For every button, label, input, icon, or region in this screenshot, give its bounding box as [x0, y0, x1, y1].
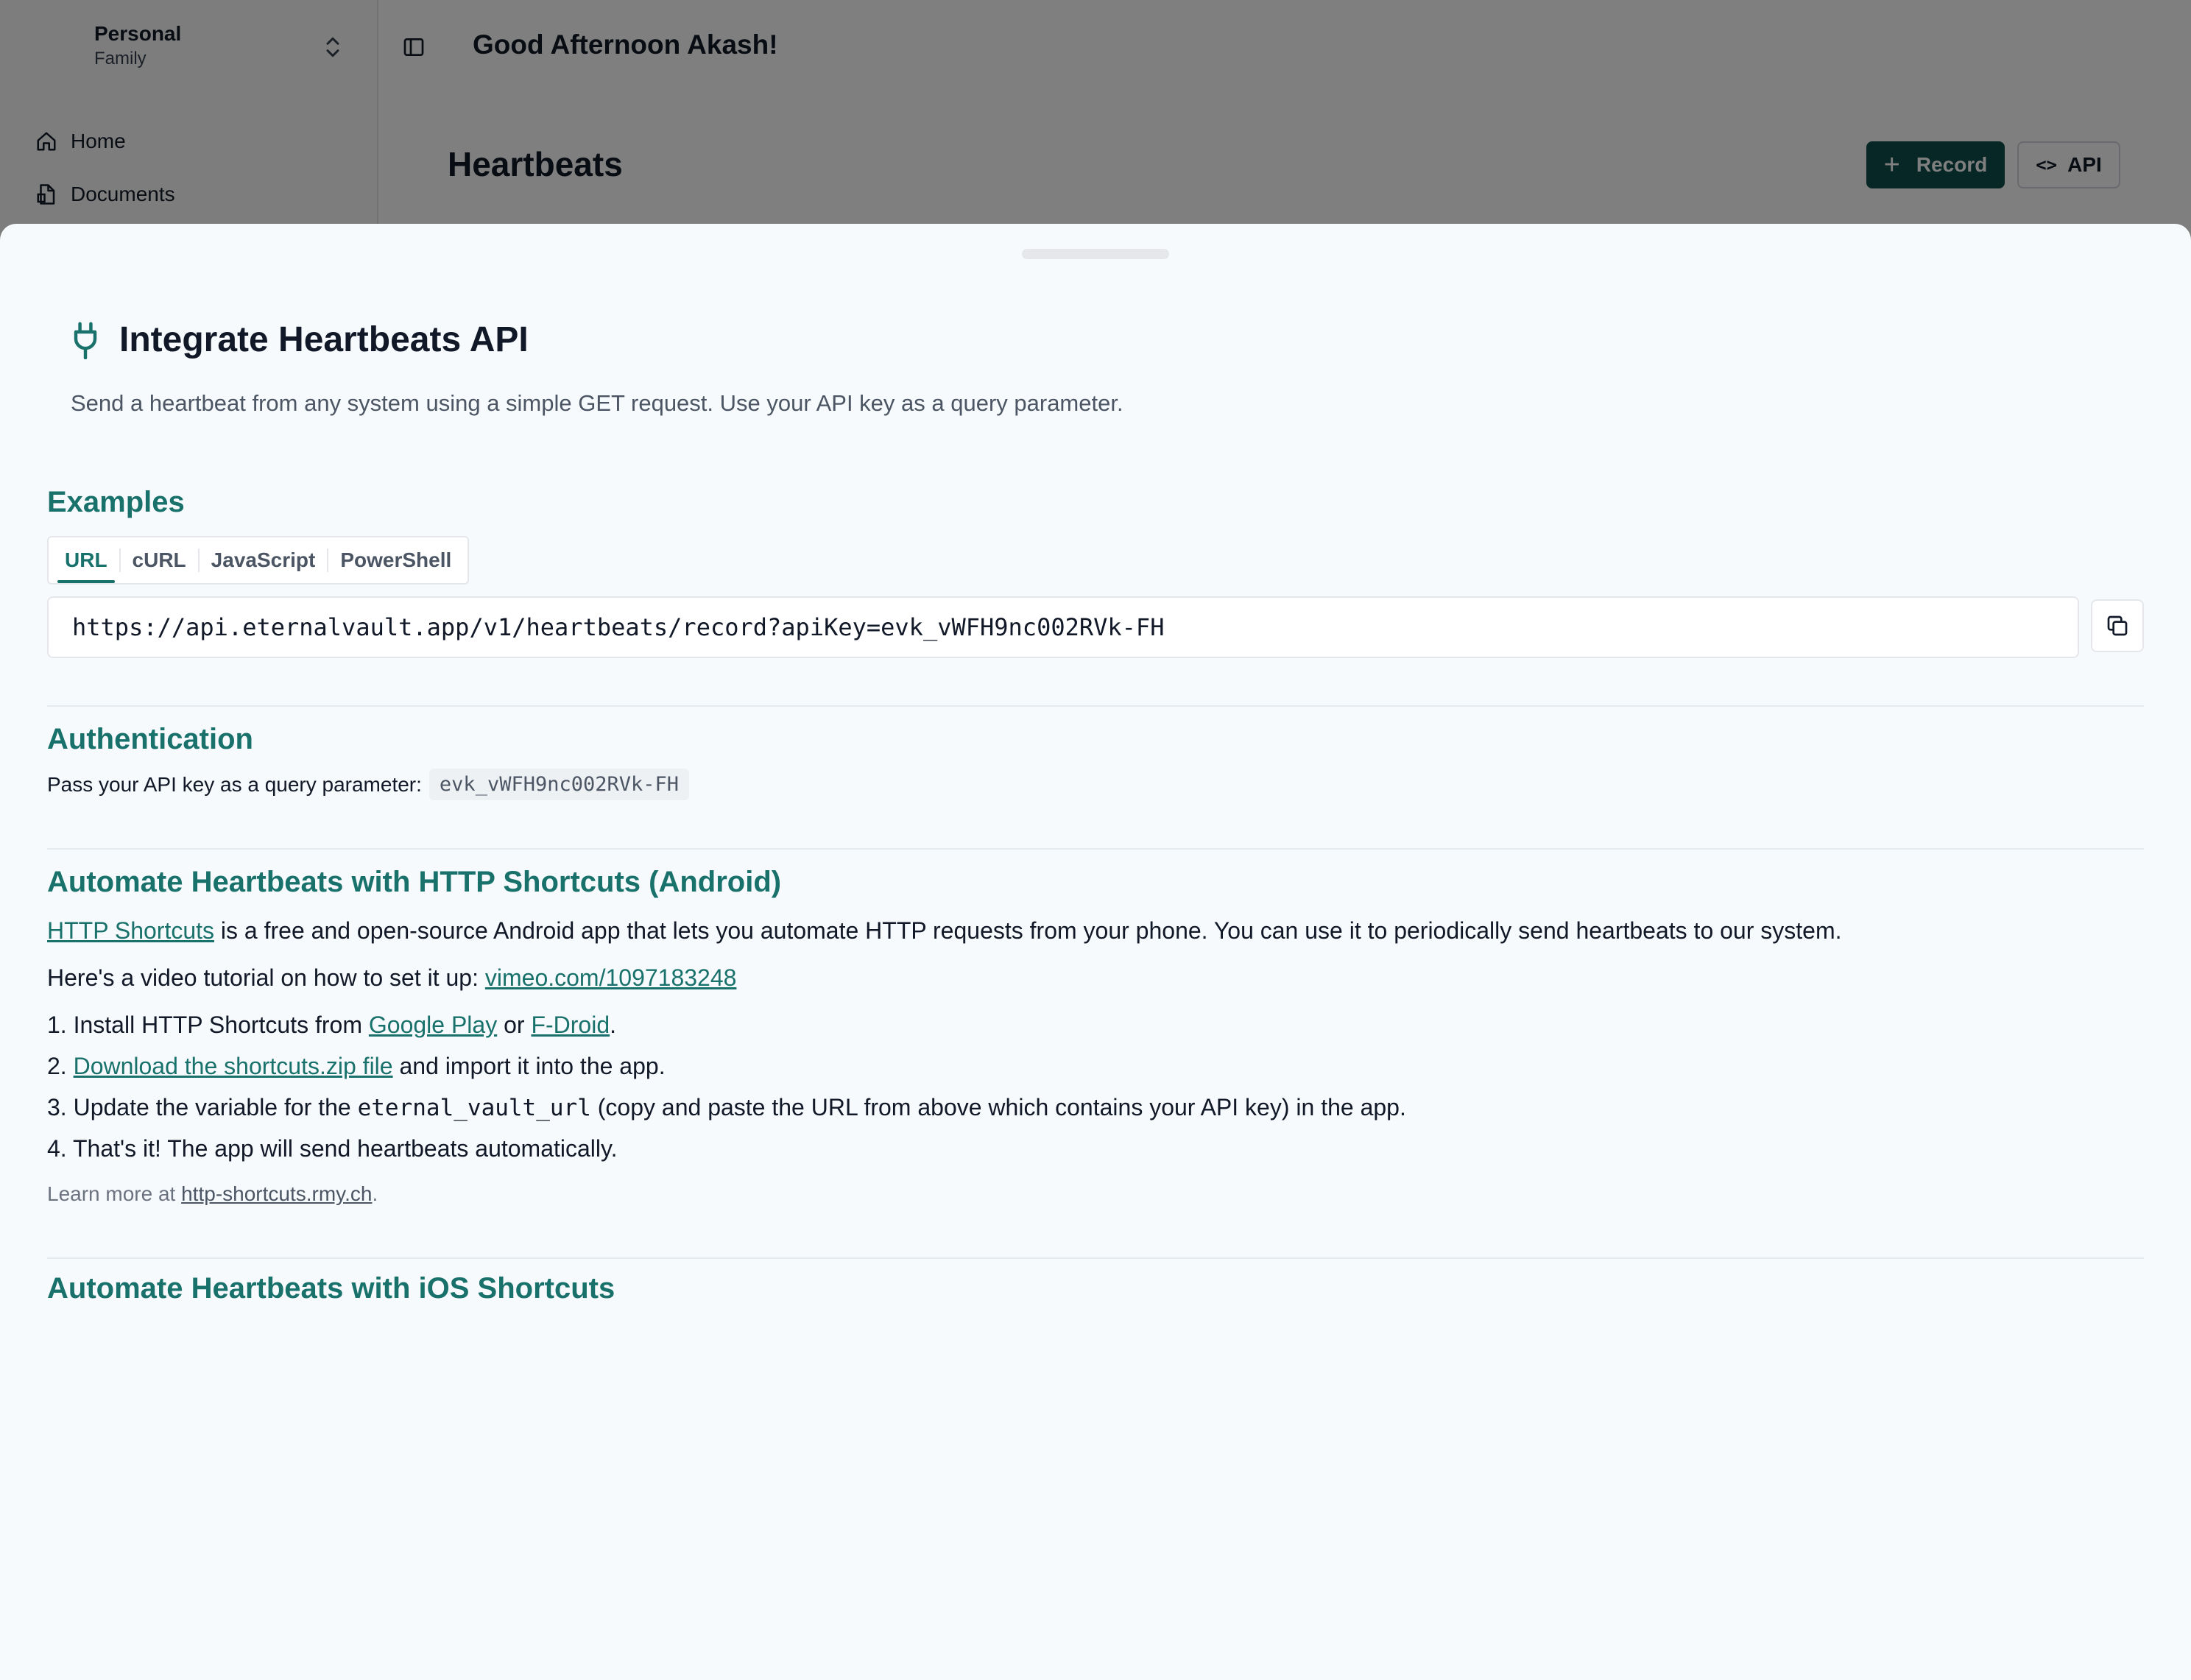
step-1: 1. Install HTTP Shortcuts from Google Pl… [47, 1012, 616, 1039]
android-intro: HTTP Shortcuts is a free and open-source… [47, 917, 1842, 945]
step-3-rest: (copy and paste the URL from above which… [590, 1094, 1406, 1120]
example-tabs: URL cURL JavaScript PowerShell [47, 536, 470, 585]
google-play-link[interactable]: Google Play [369, 1012, 497, 1038]
http-shortcuts-site-link[interactable]: http-shortcuts.rmy.ch [181, 1182, 372, 1205]
plug-icon [74, 321, 97, 359]
api-drawer: Integrate Heartbeats API Send a heartbea… [0, 224, 2191, 1680]
step-2-number: 2. [47, 1053, 74, 1079]
tab-url[interactable]: URL [53, 543, 119, 583]
step-4: 4. That's it! The app will send heartbea… [47, 1135, 618, 1162]
vimeo-link[interactable]: vimeo.com/1097183248 [485, 964, 737, 991]
http-shortcuts-link[interactable]: HTTP Shortcuts [47, 917, 214, 944]
drawer-description: Send a heartbeat from any system using a… [71, 390, 1123, 416]
section-divider [47, 705, 2144, 707]
step-1-period: . [610, 1012, 616, 1038]
drawer-title: Integrate Heartbeats API [119, 320, 529, 359]
tab-curl[interactable]: cURL [121, 543, 198, 577]
tab-javascript[interactable]: JavaScript [200, 543, 328, 577]
video-text: Here's a video tutorial on how to set it… [47, 964, 485, 991]
step-3-text: 3. Update the variable for the [47, 1094, 358, 1120]
copy-icon [2107, 615, 2128, 636]
auth-description: Pass your API key as a query parameter: … [47, 769, 690, 800]
step-2: 2. Download the shortcuts.zip file and i… [47, 1053, 666, 1080]
step-1-or: or [497, 1012, 532, 1038]
learn-more-period: . [372, 1182, 378, 1205]
video-tutorial-line: Here's a video tutorial on how to set it… [47, 964, 736, 992]
section-divider [47, 1257, 2144, 1259]
api-key-chip: evk_vWFH9nc002RVk-FH [428, 769, 690, 800]
drawer-content: Integrate Heartbeats API Send a heartbea… [47, 224, 2144, 1310]
auth-text: Pass your API key as a query parameter: [47, 772, 422, 796]
step-2-text: and import it into the app. [392, 1053, 666, 1079]
copy-button[interactable] [2091, 599, 2144, 652]
step-1-text: 1. Install HTTP Shortcuts from [47, 1012, 369, 1038]
tab-powershell[interactable]: PowerShell [328, 543, 463, 577]
step-3: 3. Update the variable for the eternal_v… [47, 1094, 1406, 1121]
learn-more-text: Learn more at [47, 1182, 182, 1205]
learn-more-line: Learn more at http-shortcuts.rmy.ch. [47, 1182, 378, 1206]
example-url-field[interactable]: https://api.eternalvault.app/v1/heartbea… [47, 596, 2079, 658]
f-droid-link[interactable]: F-Droid [531, 1012, 610, 1038]
android-heading: Automate Heartbeats with HTTP Shortcuts … [47, 866, 782, 898]
drawer-header: Integrate Heartbeats API [71, 320, 529, 360]
android-intro-text: is a free and open-source Android app th… [214, 917, 1842, 944]
ios-heading: Automate Heartbeats with iOS Shortcuts [47, 1272, 615, 1305]
variable-name-code: eternal_vault_url [357, 1095, 591, 1121]
authentication-heading: Authentication [47, 723, 253, 755]
section-divider [47, 848, 2144, 850]
examples-heading: Examples [47, 486, 185, 518]
download-shortcuts-link[interactable]: Download the shortcuts.zip file [74, 1053, 393, 1079]
